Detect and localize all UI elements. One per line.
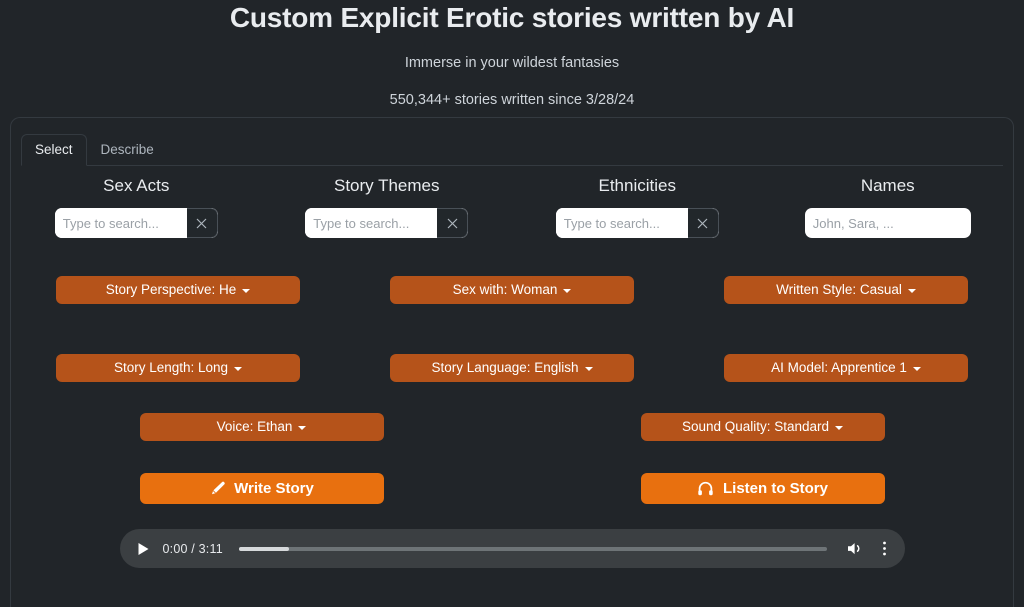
play-icon: [138, 542, 148, 555]
dropdown-voice-label: Voice: Ethan: [216, 419, 293, 435]
dropdown-written-style-label: Written Style: Casual: [776, 282, 902, 298]
dropdown-sex-with-label: Sex with: Woman: [452, 282, 558, 298]
option-cell-written-style: Written Style: Casual: [679, 276, 1013, 304]
page-header: Custom Explicit Erotic stories written b…: [0, 0, 1024, 109]
chevron-down-icon: [835, 425, 844, 430]
tab-select[interactable]: Select: [21, 134, 87, 166]
dropdown-written-style[interactable]: Written Style: Casual: [724, 276, 968, 304]
option-cell-story-length: Story Length: Long: [11, 354, 345, 382]
column-headings: Sex Acts Story Themes Ethnicities Names: [11, 175, 1013, 197]
option-cell-voice: Voice: Ethan: [11, 413, 512, 441]
clear-button-sex-acts[interactable]: [186, 208, 218, 238]
search-cell-sex-acts: [11, 208, 262, 238]
clear-button-ethnicities[interactable]: [687, 208, 719, 238]
chevron-down-icon: [907, 288, 916, 293]
dropdown-sound-quality[interactable]: Sound Quality: Standard: [640, 413, 885, 441]
headphones-icon: [698, 481, 713, 496]
options-row-1: Story Perspective: He Sex with: Woman Wr…: [11, 276, 1013, 304]
search-input-sex-acts[interactable]: [54, 208, 187, 238]
heading-ethnicities: Ethnicities: [598, 176, 676, 195]
dropdown-story-perspective[interactable]: Story Perspective: He: [56, 276, 300, 304]
chevron-down-icon: [234, 366, 243, 371]
dropdown-voice[interactable]: Voice: Ethan: [139, 413, 384, 441]
option-cell-ai-model: AI Model: Apprentice 1: [679, 354, 1013, 382]
search-group-ethnicities: [555, 208, 719, 238]
audio-player-wrapper: 0:00 / 3:11: [11, 529, 1013, 568]
more-vertical-icon: [882, 541, 886, 556]
search-group-sex-acts: [54, 208, 218, 238]
audio-progress-fill: [238, 546, 289, 551]
action-row: Write Story Listen to Story: [11, 473, 1013, 504]
heading-story-themes: Story Themes: [333, 176, 440, 195]
write-story-label: Write Story: [234, 480, 314, 497]
chevron-down-icon: [298, 425, 307, 430]
options-row-2: Story Length: Long Story Language: Engli…: [11, 354, 1013, 382]
close-icon: [447, 218, 458, 228]
write-story-button[interactable]: Write Story: [139, 473, 384, 504]
audio-more-options-button[interactable]: [878, 540, 891, 557]
tab-describe[interactable]: Describe: [87, 134, 168, 166]
search-input-names[interactable]: [804, 208, 971, 238]
heading-names: Names: [860, 176, 915, 195]
audio-volume-button[interactable]: [843, 541, 868, 556]
close-icon: [196, 218, 207, 228]
chevron-down-icon: [912, 366, 921, 371]
search-input-ethnicities[interactable]: [555, 208, 688, 238]
action-cell-write: Write Story: [11, 473, 512, 504]
dropdown-story-perspective-label: Story Perspective: He: [105, 282, 237, 298]
option-cell-sound-quality: Sound Quality: Standard: [512, 413, 1013, 441]
audio-player: 0:00 / 3:11: [119, 529, 905, 568]
pen-icon: [212, 481, 225, 494]
stories-count-text: 550,344+ stories written since 3/28/24: [389, 92, 635, 108]
chevron-down-icon: [563, 288, 572, 293]
search-cell-story-themes: [262, 208, 513, 238]
clear-button-story-themes[interactable]: [437, 208, 469, 238]
chevron-down-icon: [242, 288, 251, 293]
dropdown-ai-model-label: AI Model: Apprentice 1: [771, 360, 907, 376]
dropdown-ai-model[interactable]: AI Model: Apprentice 1: [724, 354, 968, 382]
page-subtitle: Immerse in your wildest fantasies: [404, 55, 620, 71]
search-cell-names: [763, 208, 1014, 238]
search-cell-ethnicities: [512, 208, 763, 238]
dropdown-sound-quality-label: Sound Quality: Standard: [681, 419, 830, 435]
search-row: [11, 208, 1013, 238]
option-cell-sex-with: Sex with: Woman: [345, 276, 679, 304]
listen-to-story-button[interactable]: Listen to Story: [640, 473, 885, 504]
search-group-names: [804, 208, 971, 238]
close-icon: [697, 218, 708, 228]
audio-time-display: 0:00 / 3:11: [162, 541, 223, 556]
dropdown-story-language-label: Story Language: English: [431, 360, 579, 376]
search-input-story-themes[interactable]: [305, 208, 438, 238]
listen-to-story-label: Listen to Story: [722, 480, 828, 497]
tab-select-label: Select: [35, 142, 73, 158]
page-title: Custom Explicit Erotic stories written b…: [229, 2, 795, 33]
options-row-3: Voice: Ethan Sound Quality: Standard: [11, 413, 1013, 441]
chevron-down-icon: [584, 366, 593, 371]
tab-bar: Select Describe: [21, 134, 1003, 166]
dropdown-sex-with[interactable]: Sex with: Woman: [390, 276, 634, 304]
search-group-story-themes: [305, 208, 469, 238]
volume-icon: [847, 543, 860, 555]
dropdown-story-length[interactable]: Story Length: Long: [56, 354, 300, 382]
dropdown-story-length-label: Story Length: Long: [113, 360, 229, 376]
story-builder-panel: Select Describe Sex Acts Story Themes Et…: [10, 117, 1014, 607]
option-cell-story-perspective: Story Perspective: He: [11, 276, 345, 304]
option-cell-story-language: Story Language: English: [345, 354, 679, 382]
tab-describe-label: Describe: [100, 142, 154, 158]
audio-progress-bar[interactable]: [238, 546, 827, 551]
heading-sex-acts: Sex Acts: [103, 176, 170, 195]
action-cell-listen: Listen to Story: [512, 473, 1013, 504]
audio-play-button[interactable]: [134, 542, 153, 556]
dropdown-story-language[interactable]: Story Language: English: [390, 354, 634, 382]
